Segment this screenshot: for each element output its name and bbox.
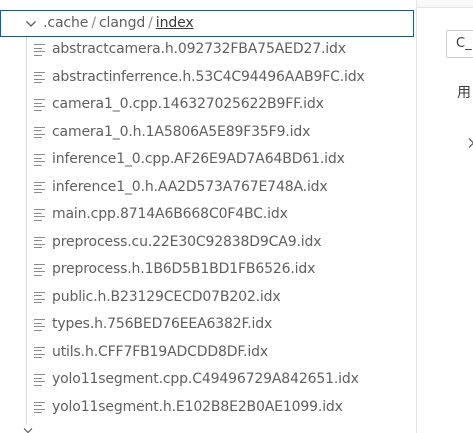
file-name: public.h.B23129CECD07B202.idx xyxy=(52,288,281,305)
file-lines-icon xyxy=(34,236,45,249)
folder-path-breadcrumb: .cache / clangd / index xyxy=(43,15,194,31)
file-lines-icon xyxy=(34,264,45,276)
folder-row-index[interactable]: .cache / clangd / index xyxy=(0,10,414,37)
file-item[interactable]: utils.h.CFF7FB19ADCDD8DF.idx xyxy=(0,340,414,368)
file-name: camera1_0.cpp.146327025622B9FF.idx xyxy=(52,96,324,112)
file-name: preprocess.h.1B6D5B1BD1FB6526.idx xyxy=(52,261,316,277)
path-separator: / xyxy=(91,15,96,31)
explorer-panel: .cache / clangd / index abstractcamera.h.092… xyxy=(0,0,416,433)
file-item[interactable]: abstractcamera.h.092732FBA75AED27.idx xyxy=(0,37,414,65)
file-item[interactable]: camera1_0.h.1A5806A5E89F35F9.idx xyxy=(0,120,414,148)
file-item[interactable]: types.h.756BED76EEA6382F.idx xyxy=(0,312,414,340)
file-lines-icon xyxy=(34,319,45,331)
file-item[interactable]: camera1_0.cpp.146327025622B9FF.idx xyxy=(0,92,414,120)
file-lines-icon xyxy=(34,291,45,304)
path-separator: / xyxy=(148,15,153,31)
file-name: abstractcamera.h.092732FBA75AED27.idx xyxy=(52,41,346,57)
file-name: inference1_0.h.AA2D573A767E748A.idx xyxy=(52,178,328,195)
file-lines-icon xyxy=(34,346,45,359)
file-name: utils.h.CFF7FB19ADCDD8DF.idx xyxy=(52,343,268,360)
path-segment-index[interactable]: index xyxy=(156,15,194,31)
file-item[interactable]: inference1_0.cpp.AF26E9AD7A64BD61.idx xyxy=(0,147,414,175)
file-lines-icon xyxy=(34,154,45,166)
file-lines-icon xyxy=(34,401,45,414)
file-lines-icon xyxy=(34,181,45,194)
file-name: abstractinferrence.h.53C4C94496AAB9FC.id… xyxy=(52,68,365,85)
file-name: inference1_0.cpp.AF26E9AD7A64BD61.idx xyxy=(52,151,345,167)
file-item[interactable]: inference1_0.h.AA2D573A767E748A.idx xyxy=(0,175,414,203)
path-segment-clangd[interactable]: clangd xyxy=(99,15,145,31)
file-name: camera1_0.h.1A5806A5E89F35F9.idx xyxy=(52,123,311,140)
file-lines-icon xyxy=(34,44,45,56)
file-list: abstractcamera.h.092732FBA75AED27.idx abs… xyxy=(0,37,414,422)
chevron-down-icon[interactable] xyxy=(25,18,37,30)
chevron-right-icon[interactable] xyxy=(466,137,473,149)
path-segment-cache[interactable]: .cache xyxy=(43,15,88,31)
file-item[interactable]: preprocess.cu.22E30C92838D9CA9.idx xyxy=(0,230,414,258)
folder-row-next[interactable] xyxy=(0,425,414,433)
file-lines-icon xyxy=(34,209,45,221)
file-name: yolo11segment.h.E102B8E2B0AE1099.idx xyxy=(52,398,343,415)
file-name: yolo11segment.cpp.C49496729A842651.idx xyxy=(52,371,359,387)
file-name: preprocess.cu.22E30C92838D9CA9.idx xyxy=(52,233,322,250)
file-lines-icon xyxy=(34,71,45,84)
file-lines-icon xyxy=(34,374,45,386)
file-name: main.cpp.8714A6B668C0F4BC.idx xyxy=(52,206,288,222)
file-item[interactable]: abstractinferrence.h.53C4C94496AAB9FC.id… xyxy=(0,65,414,93)
file-item[interactable]: main.cpp.8714A6B668C0F4BC.idx xyxy=(0,202,414,230)
editor-tab-bar xyxy=(417,0,473,8)
setting-description: 用 xyxy=(457,85,471,101)
chevron-down-icon[interactable] xyxy=(23,426,33,433)
file-lines-icon xyxy=(34,126,45,139)
editor-area: C_ 用 xyxy=(417,0,473,433)
file-item[interactable]: public.h.B23129CECD07B202.idx xyxy=(0,285,414,313)
file-lines-icon xyxy=(34,99,45,111)
file-item[interactable]: yolo11segment.h.E102B8E2B0AE1099.idx xyxy=(0,395,414,423)
setting-input[interactable]: C_ xyxy=(446,30,473,58)
file-item[interactable]: preprocess.h.1B6D5B1BD1FB6526.idx xyxy=(0,257,414,285)
file-name: types.h.756BED76EEA6382F.idx xyxy=(52,316,273,332)
file-item[interactable]: yolo11segment.cpp.C49496729A842651.idx xyxy=(0,367,414,395)
app-window: .cache / clangd / index abstractcamera.h.092… xyxy=(0,0,473,433)
